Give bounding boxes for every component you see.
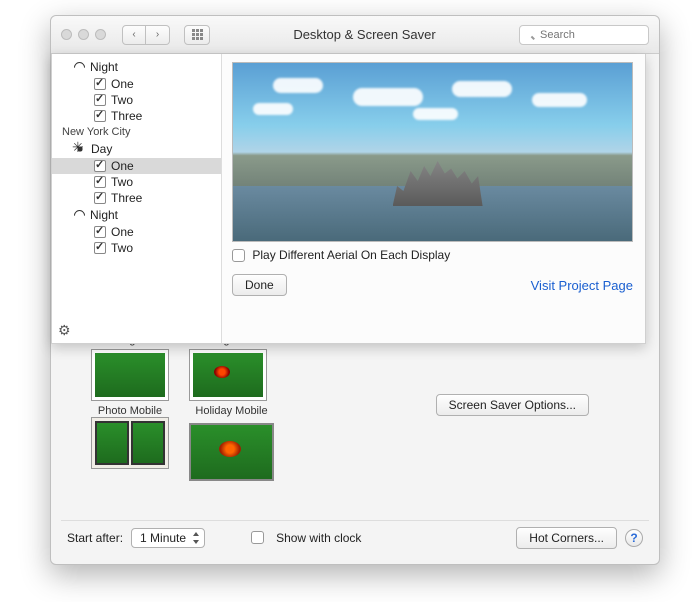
moon-icon (72, 207, 88, 223)
nav-segment: ‹ › (122, 25, 170, 45)
sidebar-item-selected[interactable]: One (52, 158, 221, 174)
sidebar-group-nyc: New York City (52, 124, 221, 140)
visit-project-link[interactable]: Visit Project Page (531, 278, 633, 293)
aerial-sidebar: Night One Two Three New York City Day On… (52, 54, 222, 343)
sidebar-item[interactable]: Two (52, 174, 221, 190)
thumb-sliding-panels[interactable]: Sliding Panels Holiday Mobile (189, 334, 274, 481)
checkbox-icon (94, 110, 106, 122)
bottom-bar: Start after: 1 Minute Show with clock Ho… (61, 520, 649, 554)
sidebar-item[interactable]: Three (52, 108, 221, 124)
sidebar-item[interactable]: Two (52, 92, 221, 108)
help-button[interactable]: ? (625, 529, 643, 547)
close-window-button[interactable] (61, 29, 72, 40)
play-different-label: Play Different Aerial On Each Display (252, 248, 450, 262)
titlebar: ‹ › Desktop & Screen Saver (51, 16, 659, 54)
traffic-lights (61, 29, 106, 40)
search-wrap (519, 25, 649, 45)
sidebar-subheader-night[interactable]: Night (52, 58, 221, 76)
prefs-window: ‹ › Desktop & Screen Saver Shifting Tile… (50, 15, 660, 565)
aerial-preview-image (232, 62, 633, 242)
sidebar-item[interactable]: One (52, 76, 221, 92)
show-all-button[interactable] (184, 25, 210, 45)
thumb-label: Photo Mobile (91, 405, 169, 417)
show-with-clock-checkbox[interactable] (251, 531, 264, 544)
gear-icon[interactable]: ⚙ (58, 322, 71, 339)
zoom-window-button[interactable] (95, 29, 106, 40)
window-body: Shifting Tiles Photo Mobile Sliding Pane… (51, 54, 659, 564)
screensaver-options-button[interactable]: Screen Saver Options... (436, 394, 589, 416)
checkbox-icon (94, 160, 106, 172)
checkbox-icon (94, 94, 106, 106)
thumb-shifting-tiles[interactable]: Shifting Tiles Photo Mobile (91, 334, 169, 481)
moon-icon (72, 59, 88, 75)
sidebar-item[interactable]: One (52, 224, 221, 240)
checkbox-icon (94, 176, 106, 188)
hot-corners-button[interactable]: Hot Corners... (516, 527, 617, 549)
window-title: Desktop & Screen Saver (218, 27, 511, 42)
search-input[interactable] (519, 25, 649, 45)
minimize-window-button[interactable] (78, 29, 89, 40)
thumb-label: Holiday Mobile (189, 405, 274, 417)
sidebar-subheader-night[interactable]: Night (52, 206, 221, 224)
start-after-select[interactable]: 1 Minute (131, 528, 205, 548)
back-button[interactable]: ‹ (122, 25, 146, 45)
checkbox-icon (94, 78, 106, 90)
checkbox-icon (94, 192, 106, 204)
checkbox-icon (94, 226, 106, 238)
checkbox-icon (94, 242, 106, 254)
screensaver-lower-area: Shifting Tiles Photo Mobile Sliding Pane… (61, 334, 649, 554)
sidebar-item[interactable]: Two (52, 240, 221, 256)
start-after-label: Start after: (67, 531, 123, 545)
sun-icon (74, 143, 86, 155)
select-value: 1 Minute (140, 531, 186, 545)
forward-button[interactable]: › (146, 25, 170, 45)
aerial-preview-area: Play Different Aerial On Each Display Do… (232, 62, 633, 296)
show-with-clock-label: Show with clock (276, 531, 361, 545)
play-different-checkbox[interactable] (232, 249, 245, 262)
done-button[interactable]: Done (232, 274, 287, 296)
sidebar-subheader-day[interactable]: Day (52, 140, 221, 158)
aerial-config-sheet: Night One Two Three New York City Day On… (51, 54, 646, 344)
sidebar-item[interactable]: Three (52, 190, 221, 206)
grid-icon (192, 29, 203, 40)
